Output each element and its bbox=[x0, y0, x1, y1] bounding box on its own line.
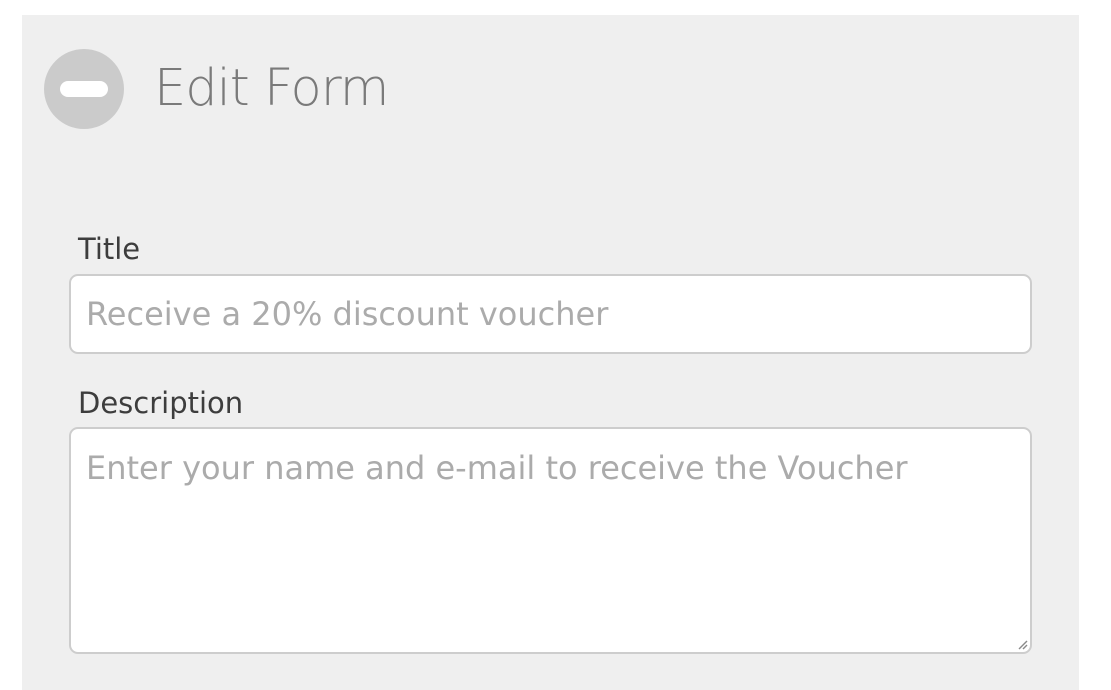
minus-circle-icon[interactable] bbox=[44, 49, 124, 129]
page-title: Edit Form bbox=[154, 59, 389, 118]
title-label: Title bbox=[78, 232, 141, 266]
minus-bar bbox=[60, 81, 108, 97]
form-header: Edit Form bbox=[44, 49, 389, 129]
edit-form-panel: Edit Form Title Description bbox=[22, 15, 1079, 690]
title-input[interactable] bbox=[69, 274, 1032, 354]
description-label: Description bbox=[78, 386, 244, 420]
resize-handle-icon[interactable] bbox=[1016, 638, 1028, 650]
description-textarea[interactable] bbox=[69, 427, 1032, 654]
